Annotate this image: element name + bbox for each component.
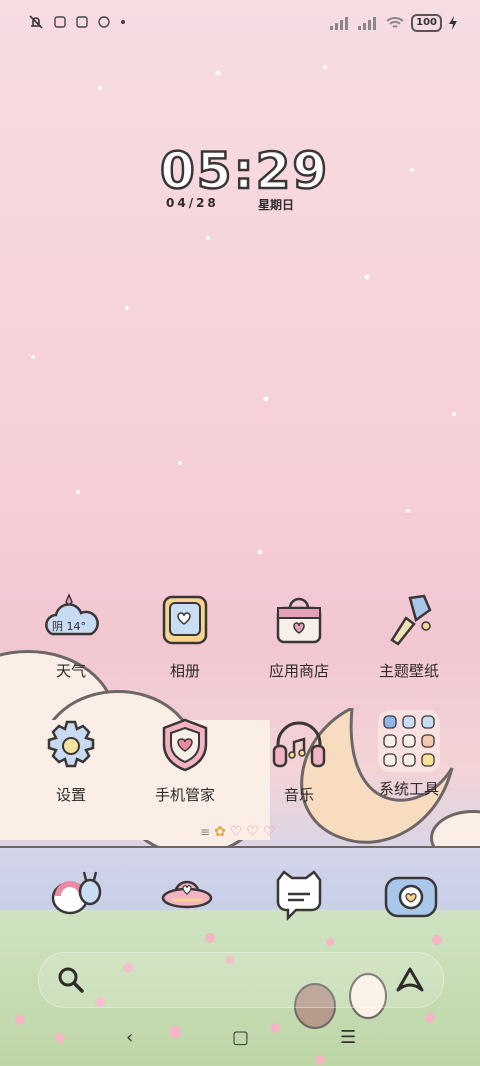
folder-grid-icon [378, 710, 440, 772]
navigation-bar: ‹ ▢ ☰ [0, 1026, 480, 1050]
paint-brush-icon [380, 592, 438, 650]
search-icon[interactable] [57, 966, 85, 994]
app-gallery[interactable]: 相册 [130, 592, 240, 681]
app-label: 主题壁纸 [378, 662, 439, 680]
dot-icon [121, 20, 125, 24]
app-settings[interactable]: 设置 [16, 716, 126, 805]
app-label: 手机管家 [154, 786, 215, 804]
heart-icon: ♡ [229, 824, 243, 840]
home-button[interactable]: ▢ [232, 1026, 249, 1050]
messages-cat-icon[interactable] [270, 866, 328, 924]
notification-app-icon [54, 16, 66, 28]
headphones-icon [270, 716, 328, 774]
wifi-icon [386, 17, 404, 28]
notification-app-icon [76, 16, 88, 28]
folder-system-tools[interactable]: 系统工具 [354, 710, 464, 799]
clock-date: 04/28 [166, 196, 219, 210]
flower-icon: ✿ [214, 824, 226, 840]
battery-indicator: 100 [411, 14, 442, 32]
app-label: 相册 [169, 662, 200, 680]
page-indicator[interactable]: ≡ ✿ ♡ ♡ ♡ [200, 824, 275, 840]
app-phone-manager[interactable]: 手机管家 [130, 716, 240, 805]
app-weather[interactable]: 阴 14° 天气 [16, 592, 126, 681]
camera-icon[interactable] [382, 866, 440, 924]
weather-text: 阴 14° [52, 620, 86, 633]
charging-icon [449, 16, 457, 30]
signal-icon [358, 17, 377, 30]
app-label: 音乐 [283, 786, 314, 804]
notification-app-icon [98, 16, 110, 28]
weather-cloud-icon: 阴 14° [42, 592, 100, 650]
settings-gear-icon [42, 716, 100, 774]
app-label: 系统工具 [378, 780, 439, 798]
heart-icon: ♡ [262, 824, 276, 840]
app-label: 应用商店 [268, 662, 329, 680]
search-bar[interactable] [38, 952, 444, 1008]
heart-icon: ♡ [246, 824, 259, 840]
clock-weekday: 星期日 [258, 198, 295, 212]
ai-assistant-icon[interactable] [395, 966, 425, 994]
app-store-bag-icon [270, 592, 328, 650]
signal-icon [330, 17, 349, 30]
browser-ufo-icon[interactable] [158, 866, 216, 924]
status-bar: 100 [0, 14, 480, 38]
menu-lines-icon: ≡ [200, 825, 211, 839]
phone-bunny-icon[interactable] [46, 866, 104, 924]
back-button[interactable]: ‹ [126, 1026, 133, 1050]
shield-heart-icon [156, 716, 214, 774]
app-label: 设置 [55, 786, 86, 804]
gallery-icon [156, 592, 214, 650]
recents-button[interactable]: ☰ [340, 1026, 356, 1050]
clock-time: 05:29 [159, 141, 330, 202]
app-label: 天气 [55, 662, 86, 680]
app-store[interactable]: 应用商店 [244, 592, 354, 681]
app-music[interactable]: 音乐 [244, 716, 354, 805]
app-themes[interactable]: 主题壁纸 [354, 592, 464, 681]
bell-muted-icon [29, 15, 43, 29]
